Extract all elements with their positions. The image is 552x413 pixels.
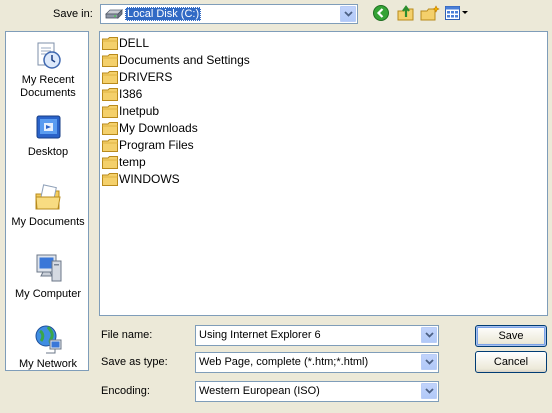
list-item[interactable]: temp (102, 154, 146, 171)
place-desktop[interactable]: Desktop (6, 112, 90, 159)
up-folder-icon (397, 5, 414, 21)
file-name-label: File name: (101, 329, 153, 341)
place-my-documents[interactable]: My Documents (6, 182, 90, 229)
place-my-network[interactable]: My Network (6, 322, 90, 371)
cancel-button[interactable]: Cancel (475, 351, 547, 373)
place-label: My Documents (11, 216, 85, 228)
chevron-down-icon (425, 388, 434, 394)
place-label: Desktop (27, 146, 69, 158)
views-menu-icon (445, 6, 468, 20)
save-as-type-label: Save as type: (101, 356, 168, 368)
encoding-value: Western European (ISO) (199, 385, 320, 397)
file-name: I386 (119, 87, 143, 101)
encoding-label: Encoding: (101, 385, 150, 397)
file-name: temp (119, 155, 146, 169)
list-item[interactable]: DELL (102, 35, 149, 52)
place-my-recent-documents[interactable]: My Recent Documents (6, 40, 90, 100)
list-item[interactable]: I386 (102, 86, 142, 103)
chevron-down-icon (425, 332, 434, 338)
place-label: My Network (18, 358, 78, 370)
file-name-field[interactable]: Using Internet Explorer 6 (195, 325, 439, 346)
save-button[interactable]: Save (475, 325, 547, 347)
list-item[interactable]: My Downloads (102, 120, 198, 137)
save-in-dropdown-button[interactable] (340, 6, 356, 22)
back-button[interactable] (372, 4, 392, 24)
folder-icon (102, 105, 118, 118)
file-name-value: Using Internet Explorer 6 (199, 329, 321, 341)
my-computer-icon (36, 254, 62, 282)
back-icon (373, 5, 389, 21)
folder-icon (102, 88, 118, 101)
save-as-type-value: Web Page, complete (*.htm;*.html) (199, 356, 369, 368)
file-name: DELL (119, 36, 150, 50)
list-item[interactable]: Inetpub (102, 103, 159, 120)
file-name: My Downloads (119, 121, 198, 135)
folder-icon (102, 173, 118, 186)
folder-icon (102, 139, 118, 152)
file-list[interactable]: DELL Documents and Settings DRIVERS I386… (99, 31, 548, 316)
save-in-dropdown[interactable]: Local Disk (C:) (100, 4, 358, 24)
create-new-folder-button[interactable] (420, 4, 440, 24)
encoding-dropdown-button[interactable] (421, 383, 437, 399)
encoding-dropdown[interactable]: Western European (ISO) (195, 381, 439, 402)
file-name: Documents and Settings (119, 53, 250, 67)
up-one-level-button[interactable] (396, 4, 416, 24)
list-item[interactable]: Program Files (102, 137, 194, 154)
chevron-down-icon (425, 359, 434, 365)
place-label: My Recent Documents (20, 74, 76, 99)
save-in-value: Local Disk (C:) (125, 7, 202, 21)
folder-icon (102, 37, 118, 50)
list-item[interactable]: WINDOWS (102, 171, 180, 188)
file-name-dropdown-button[interactable] (421, 327, 437, 343)
place-my-computer[interactable]: My Computer (6, 252, 90, 301)
file-name: WINDOWS (119, 172, 180, 186)
places-bar: My Recent Documents Desktop My Documents… (5, 31, 89, 371)
my-network-icon (35, 325, 62, 354)
save-in-label: Save in: (53, 8, 93, 20)
desktop-icon (36, 115, 61, 139)
folder-icon (102, 156, 118, 169)
folder-icon (102, 122, 118, 135)
new-folder-icon (420, 5, 440, 21)
my-documents-icon (35, 184, 61, 210)
list-item[interactable]: Documents and Settings (102, 52, 250, 69)
chevron-down-icon (344, 11, 353, 17)
hard-drive-icon (105, 9, 123, 19)
file-name: Program Files (119, 138, 194, 152)
recent-documents-icon (37, 42, 61, 69)
views-menu-button[interactable] (444, 4, 470, 24)
place-label: My Computer (14, 288, 82, 300)
list-item[interactable]: DRIVERS (102, 69, 172, 86)
file-name: DRIVERS (119, 70, 173, 84)
folder-icon (102, 71, 118, 84)
file-name: Inetpub (119, 104, 160, 118)
save-as-type-dropdown-button[interactable] (421, 354, 437, 370)
folder-icon (102, 54, 118, 67)
save-as-type-dropdown[interactable]: Web Page, complete (*.htm;*.html) (195, 352, 439, 373)
